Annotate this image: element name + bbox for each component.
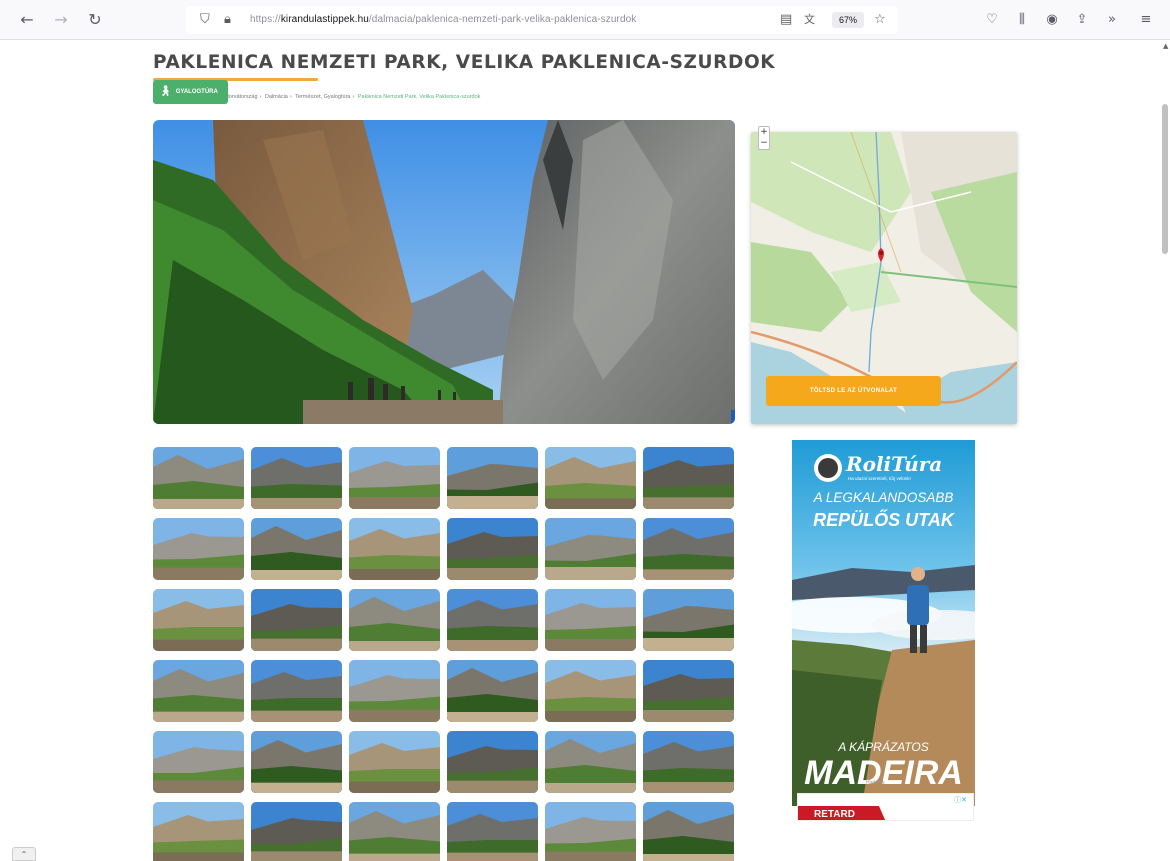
library-icon[interactable]: ⫼: [1012, 10, 1032, 30]
photo-gallery: [153, 447, 735, 861]
hiker-icon: 🚶︎: [159, 86, 172, 97]
gallery-thumbnail[interactable]: [251, 731, 342, 793]
second-ad-badge: RETARD: [798, 806, 886, 820]
ad-brand: RoliTúra: [846, 452, 943, 476]
page-content: PAKLENICA NEMZETI PARK, VELIKA PAKLENICA…: [0, 40, 1170, 861]
map-zoom-out-button[interactable]: −: [759, 138, 769, 149]
gallery-thumbnail[interactable]: [447, 589, 538, 651]
gallery-thumbnail[interactable]: [447, 447, 538, 509]
breadcrumb-current: Paklenica Nemzeti Park, Velika Paklenica…: [357, 94, 481, 100]
url-text[interactable]: https://kirandulastippek.hu/dalmacia/pak…: [250, 14, 636, 25]
ad-label: Hirdetés: [866, 780, 885, 786]
gallery-thumbnail[interactable]: [349, 518, 440, 580]
gallery-thumbnail[interactable]: [545, 447, 636, 509]
forward-icon[interactable]: →: [50, 9, 72, 31]
gallery-thumbnail[interactable]: [447, 518, 538, 580]
hero-image[interactable]: [153, 120, 735, 424]
category-badge-label: GYALOGTÚRA: [175, 89, 218, 95]
download-route-button[interactable]: TÖLTSD LE AZ ÚTVONALAT: [766, 376, 941, 406]
browser-toolbar: ← → ↻ ⛉ 🔒︎ https://kirandulastippek.hu/d…: [0, 0, 1170, 40]
gallery-thumbnail[interactable]: [251, 518, 342, 580]
scroll-to-top-icon[interactable]: ⌃: [12, 847, 36, 861]
scroll-up-arrow-icon[interactable]: ▲: [1163, 42, 1168, 50]
gallery-thumbnail[interactable]: [545, 589, 636, 651]
reload-icon[interactable]: ↻: [84, 9, 106, 31]
breadcrumb-item[interactable]: Természet, Gyalogtúra: [295, 94, 350, 100]
back-icon[interactable]: ←: [16, 9, 38, 31]
gallery-thumbnail[interactable]: [153, 447, 244, 509]
second-ad-banner[interactable]: RETARD ⓘ✕: [797, 793, 974, 821]
share-icon[interactable]: ⇪: [1072, 10, 1092, 30]
bookmark-star-icon[interactable]: ☆: [874, 11, 886, 29]
lock-icon[interactable]: 🔒︎: [224, 11, 231, 29]
ad-headline-1: A LEGKALANDOSABB: [813, 490, 954, 505]
gallery-thumbnail[interactable]: [153, 802, 244, 861]
map-zoom-controls[interactable]: + −: [758, 126, 770, 150]
gallery-thumbnail[interactable]: [643, 802, 734, 861]
gallery-thumbnail[interactable]: [153, 731, 244, 793]
ad-headline-2: REPÜLŐS UTAK: [813, 510, 954, 530]
reader-view-icon[interactable]: ▤: [780, 11, 792, 29]
shield-icon[interactable]: ⛉: [200, 11, 210, 29]
gallery-thumbnail[interactable]: [643, 660, 734, 722]
gallery-thumbnail[interactable]: [251, 802, 342, 861]
menu-icon[interactable]: ≡: [1136, 10, 1156, 30]
zoom-level-button[interactable]: 67%: [832, 12, 864, 28]
gallery-thumbnail[interactable]: [545, 660, 636, 722]
ad-banner[interactable]: RoliTúra Ha utazni szeretnél, tűrj velün…: [792, 440, 975, 806]
ad-footer-2: MADEIRA: [804, 754, 963, 792]
gallery-thumbnail[interactable]: [545, 731, 636, 793]
breadcrumb-item[interactable]: Dalmácia: [265, 94, 288, 100]
gallery-thumbnail[interactable]: [643, 589, 734, 651]
gallery-thumbnail[interactable]: [153, 660, 244, 722]
pocket-icon[interactable]: ♡: [982, 10, 1002, 30]
gallery-thumbnail[interactable]: [349, 447, 440, 509]
page-title: PAKLENICA NEMZETI PARK, VELIKA PAKLENICA…: [153, 52, 776, 73]
overflow-icon[interactable]: »: [1102, 10, 1122, 30]
ad-tagline: Ha utazni szeretnél, tűrj velünk!: [848, 476, 911, 481]
gallery-thumbnail[interactable]: [153, 589, 244, 651]
gallery-thumbnail[interactable]: [349, 731, 440, 793]
gallery-thumbnail[interactable]: [643, 518, 734, 580]
gallery-thumbnail[interactable]: [153, 518, 244, 580]
page-scrollbar[interactable]: [1160, 40, 1170, 861]
gallery-thumbnail[interactable]: [447, 802, 538, 861]
translate-icon[interactable]: 文: [804, 11, 815, 29]
category-badge[interactable]: 🚶︎ GYALOGTÚRA: [153, 80, 228, 104]
url-bar[interactable]: ⛉ 🔒︎ https://kirandulastippek.hu/dalmaci…: [186, 6, 898, 34]
ad-footer-1: A KÁPRÁZATOS: [838, 740, 929, 754]
ad-close-icon[interactable]: ⓘ✕: [954, 795, 967, 805]
map-zoom-in-button[interactable]: +: [759, 127, 769, 138]
gallery-thumbnail[interactable]: [545, 802, 636, 861]
gallery-thumbnail[interactable]: [545, 518, 636, 580]
gallery-thumbnail[interactable]: [447, 660, 538, 722]
gallery-thumbnail[interactable]: [643, 731, 734, 793]
scrollbar-thumb[interactable]: [1162, 104, 1168, 254]
gallery-thumbnail[interactable]: [447, 731, 538, 793]
gallery-thumbnail[interactable]: [251, 660, 342, 722]
gallery-thumbnail[interactable]: [349, 589, 440, 651]
account-icon[interactable]: ◉: [1042, 10, 1062, 30]
gallery-thumbnail[interactable]: [349, 802, 440, 861]
gallery-thumbnail[interactable]: [349, 660, 440, 722]
gallery-thumbnail[interactable]: [251, 447, 342, 509]
gallery-thumbnail[interactable]: [643, 447, 734, 509]
gallery-thumbnail[interactable]: [251, 589, 342, 651]
